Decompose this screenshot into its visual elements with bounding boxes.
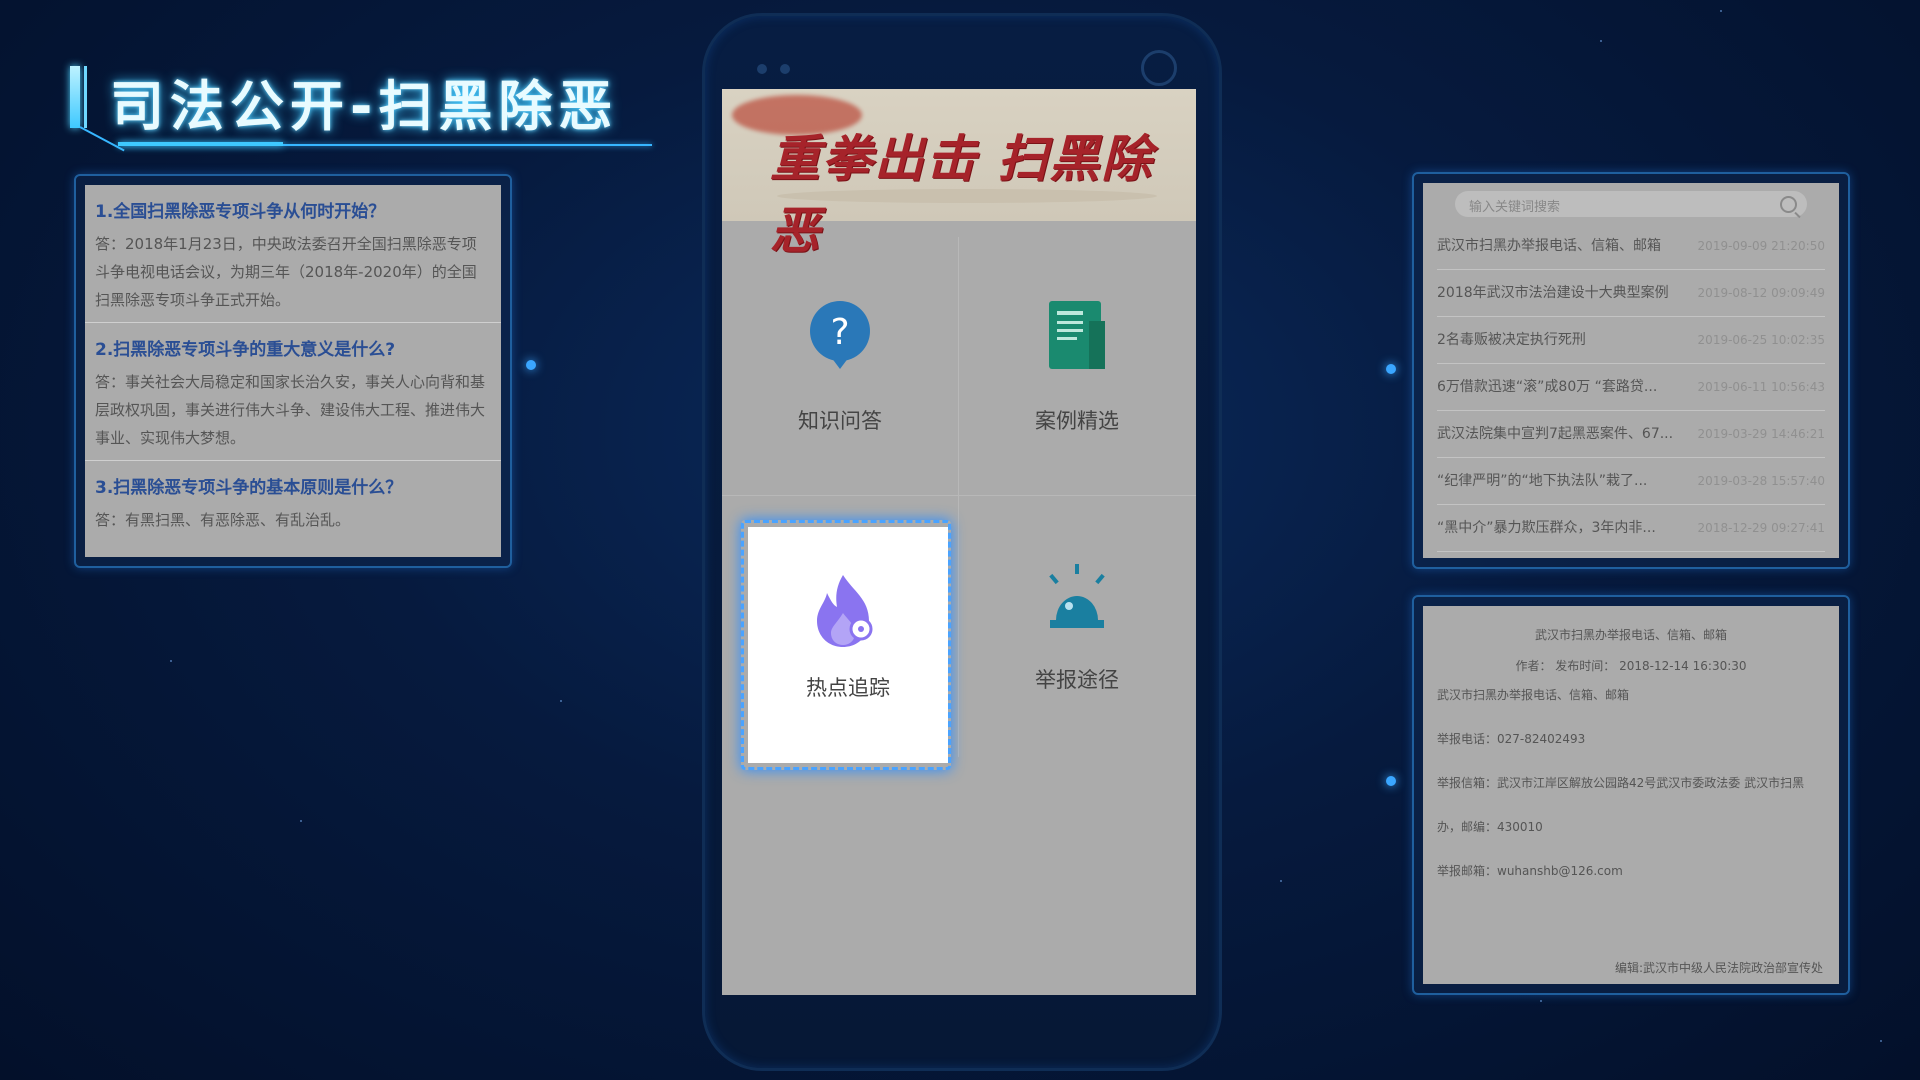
news-title: “黑中介”暴力欺压群众，3年内非...: [1437, 520, 1656, 536]
star: [1600, 40, 1602, 42]
menu-item-report-channels[interactable]: 举报途径: [959, 496, 1195, 754]
article-meta: 作者： 发布时间： 2018-12-14 16:30:30: [1515, 659, 1747, 673]
banner: 重拳出击 扫黑除恶: [722, 89, 1196, 260]
faq-answer: 答：2018年1月23日，中央政法委召开全国扫黑除恶专项斗争电视电话会议，为期三…: [95, 235, 477, 309]
news-title: 武汉市扫黑办举报电话、信箱、邮箱: [1437, 238, 1661, 254]
flame-icon: [817, 575, 873, 647]
menu-item-hot-tracking[interactable]: 热点追踪: [748, 527, 948, 763]
news-date: 2019-03-29 14:46:21: [1697, 427, 1825, 441]
glow-dot: [1386, 776, 1396, 786]
article-panel: 武汉市扫黑办举报电话、信箱、邮箱 作者： 发布时间： 2018-12-14 16…: [1412, 595, 1850, 995]
svg-text:?: ?: [830, 312, 849, 353]
glow-dot: [1386, 364, 1396, 374]
star: [1540, 1000, 1542, 1002]
news-title: 2018年武汉市法治建设十大典型案例: [1437, 285, 1669, 301]
camera-dot: [757, 64, 767, 74]
faq-question: 1.全国扫黑除恶专项斗争从何时开始？: [95, 202, 386, 222]
star: [1880, 1040, 1882, 1042]
question-bubble-icon: ?: [810, 301, 870, 369]
article-line: 举报电话：027-82402493: [1437, 732, 1586, 746]
document-icon: [1049, 301, 1105, 369]
search-placeholder: 输入关键词搜索: [1469, 200, 1561, 215]
news-list: 武汉市扫黑办举报电话、信箱、邮箱 2019-09-09 21:20:50 201…: [1437, 223, 1825, 552]
news-row[interactable]: “纪律严明”的“地下执法队”栽了... 2019-03-28 15:57:40: [1437, 458, 1825, 505]
title-underline-highlight: [118, 142, 283, 146]
faq-panel: 1.全国扫黑除恶专项斗争从何时开始？ 答：2018年1月23日，中央政法委召开全…: [74, 174, 512, 568]
news-date: 2019-06-11 10:56:43: [1697, 380, 1825, 394]
star: [170, 660, 172, 662]
news-row[interactable]: 武汉法院集中宣判7起黑恶案件、67... 2019-03-29 14:46:21: [1437, 411, 1825, 458]
camera-dot: [780, 64, 790, 74]
menu-item-label: 案例精选: [1035, 409, 1119, 433]
news-title: 2名毒贩被决定执行死刑: [1437, 332, 1586, 348]
star: [300, 820, 302, 822]
star: [1280, 880, 1282, 882]
star: [560, 700, 562, 702]
article-footer: 编辑:武汉市中级人民法院政治部宣传处: [1614, 961, 1823, 975]
article-body: 武汉市扫黑办举报电话、信箱、邮箱 作者： 发布时间： 2018-12-14 16…: [1423, 606, 1839, 984]
page-header: 司法公开-扫黑除恶: [70, 62, 652, 157]
menu-item-label: 热点追踪: [806, 676, 890, 700]
menu-item-label: 知识问答: [798, 409, 882, 433]
news-row[interactable]: 2名毒贩被决定执行死刑 2019-06-25 10:02:35: [1437, 317, 1825, 364]
news-date: 2019-06-25 10:02:35: [1697, 333, 1825, 347]
news-date: 2019-08-12 09:09:49: [1697, 286, 1825, 300]
faq-question: 3.扫黑除恶专项斗争的基本原则是什么？: [95, 478, 403, 498]
news-panel: 输入关键词搜索 武汉市扫黑办举报电话、信箱、邮箱 2019-09-09 21:2…: [1412, 172, 1850, 569]
news-title: 武汉法院集中宣判7起黑恶案件、67...: [1437, 426, 1674, 442]
faq-list: 1.全国扫黑除恶专项斗争从何时开始？ 答：2018年1月23日，中央政法委召开全…: [85, 185, 501, 557]
news-date: 2018-12-29 09:27:41: [1697, 521, 1825, 535]
page-title: 司法公开-扫黑除恶: [110, 75, 619, 138]
faq-item[interactable]: 3.扫黑除恶专项斗争的基本原则是什么？ 答：有黑扫黑、有恶除恶、有乱治乱。: [85, 461, 501, 542]
star: [1720, 10, 1722, 12]
news-row[interactable]: 武汉市扫黑办举报电话、信箱、邮箱 2019-09-09 21:20:50: [1437, 223, 1825, 270]
news-title: 6万借款迅速“滚”成80万 “套路贷...: [1437, 379, 1658, 395]
news-title: “纪律严明”的“地下执法队”栽了...: [1437, 473, 1648, 489]
news-date: 2019-03-28 15:57:40: [1697, 474, 1825, 488]
title-accent-bar: [70, 66, 80, 128]
news-date: 2019-09-09 21:20:50: [1697, 239, 1825, 253]
menu-item-knowledge-qa[interactable]: ? 知识问答: [722, 237, 958, 495]
sensor-icon: [1141, 50, 1177, 86]
article-line: 举报邮箱：wuhanshb@126.com: [1437, 864, 1623, 878]
faq-question: 2.扫黑除恶专项斗争的重大意义是什么?: [95, 340, 396, 360]
news-panel-body: 输入关键词搜索 武汉市扫黑办举报电话、信箱、邮箱 2019-09-09 21:2…: [1423, 183, 1839, 558]
article-title: 武汉市扫黑办举报电话、信箱、邮箱: [1534, 628, 1727, 642]
article-line: 办，邮编：430010: [1437, 820, 1543, 834]
title-accent-bar: [84, 66, 87, 128]
news-row[interactable]: 6万借款迅速“滚”成80万 “套路贷... 2019-06-11 10:56:4…: [1437, 364, 1825, 411]
alarm-light-icon: [1049, 564, 1105, 628]
news-row[interactable]: 2018年武汉市法治建设十大典型案例 2019-08-12 09:09:49: [1437, 270, 1825, 317]
faq-answer: 答：有黑扫黑、有恶除恶、有乱治乱。: [95, 511, 351, 529]
faq-item[interactable]: 2.扫黑除恶专项斗争的重大意义是什么? 答：事关社会大局稳定和国家长治久安，事关…: [85, 323, 501, 461]
news-row[interactable]: “黑中介”暴力欺压群众，3年内非... 2018-12-29 09:27:41: [1437, 505, 1825, 552]
faq-item[interactable]: 1.全国扫黑除恶专项斗争从何时开始？ 答：2018年1月23日，中央政法委召开全…: [85, 185, 501, 323]
article-line: 武汉市扫黑办举报电话、信箱、邮箱: [1437, 688, 1630, 702]
search-input[interactable]: 输入关键词搜索: [1455, 191, 1807, 217]
menu-item-label: 举报途径: [1035, 668, 1119, 692]
glow-dot: [526, 360, 536, 370]
menu-item-case-selection[interactable]: 案例精选: [959, 237, 1195, 495]
faq-answer: 答：事关社会大局稳定和国家长治久安，事关人心向背和基层政权巩固，事关进行伟大斗争…: [95, 373, 486, 447]
search-icon[interactable]: [1780, 196, 1797, 213]
article-line: 举报信箱：武汉市江岸区解放公园路42号武汉市委政法委 武汉市扫黑: [1437, 776, 1805, 790]
